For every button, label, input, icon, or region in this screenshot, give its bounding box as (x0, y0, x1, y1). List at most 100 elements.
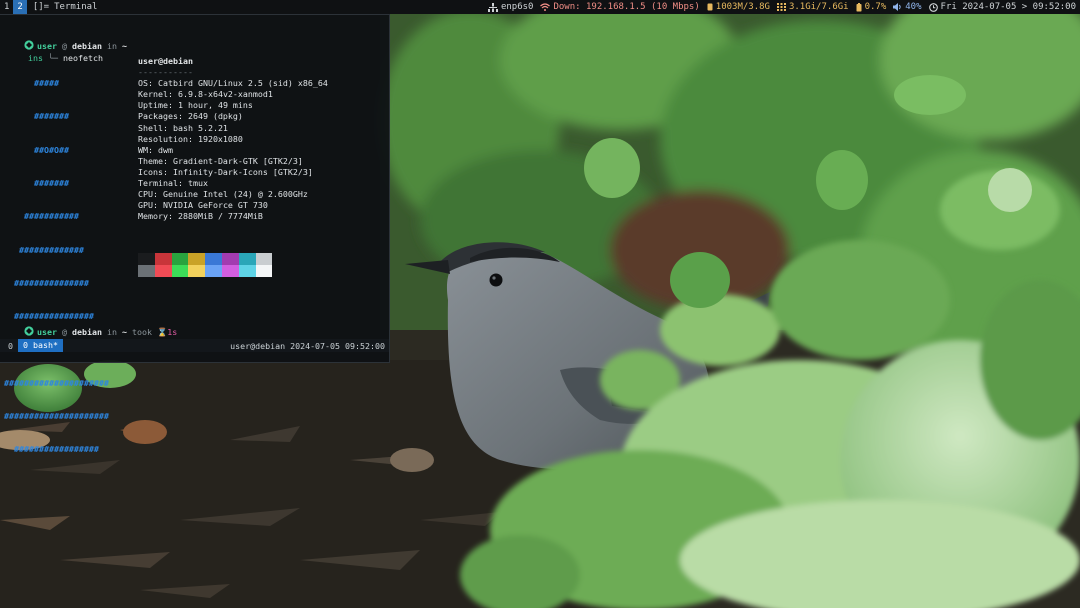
wifi-icon (540, 3, 551, 11)
system-status: enp6s0 Down: 192.168.1.5 (10 Mbps) 1003M… (481, 0, 1080, 14)
info-key: Memory (138, 211, 168, 222)
info-key: Theme (138, 155, 163, 166)
prompt-host: debian (71, 327, 102, 337)
battery-icon (856, 2, 862, 11)
info-separator: ----------- (138, 67, 193, 78)
info-row: Terminal: tmux (138, 178, 208, 189)
info-key: Resolution (138, 133, 188, 144)
color-swatch (154, 253, 172, 265)
ascii-line: ##################### (4, 411, 109, 421)
info-key: WM (138, 144, 148, 155)
info-row: Uptime: 1 hour, 49 mins (138, 100, 253, 111)
workspace-tag-1[interactable]: 1 (0, 0, 13, 14)
color-swatch (221, 265, 239, 277)
ascii-line: ##################### (4, 377, 109, 388)
info-row: Packages: 2649 (dpkg) (138, 111, 243, 122)
info-value: 2880MiB / 7774MiB (177, 211, 263, 222)
tmux-status-bar: 0 0 bash* user@debian 2024-07-05 09:52:0… (0, 339, 389, 352)
memory-status: 1003M/3.8G (707, 2, 770, 12)
ascii-line: ############### (4, 277, 89, 288)
info-key: Packages (138, 111, 178, 122)
color-swatch (255, 265, 273, 277)
prompt-dir: ~ (121, 327, 127, 337)
status-bar: 1 2 []= Terminal enp6s0 Down: 192.168.1.… (0, 0, 1080, 14)
info-key: Icons (138, 166, 163, 177)
workspace-tag-2[interactable]: 2 (13, 0, 27, 14)
clock-icon (928, 2, 938, 12)
info-key: Kernel (138, 89, 168, 100)
color-swatch (138, 253, 155, 265)
info-header: user@debian (138, 56, 193, 66)
clock: Fri 2024-07-05 > 09:52:00 (928, 2, 1076, 12)
color-swatch (205, 265, 222, 277)
memory-text: 1003M/3.8G (715, 2, 770, 12)
battery-status: 0.7% (856, 2, 887, 12)
color-swatch (138, 265, 155, 277)
ascii-line: ########### (4, 211, 79, 222)
info-key: OS (138, 78, 148, 89)
color-swatch (171, 265, 189, 277)
color-swatch (221, 253, 239, 265)
info-value: 6.9.8-x64v2-xanmod1 (177, 89, 273, 100)
interface-name: enp6s0 (500, 2, 534, 12)
info-row: OS: Catbird GNU/Linux 2.5 (sid) x86_64 (138, 78, 328, 89)
battery-text: 0.7% (864, 2, 887, 12)
datetime-text: Fri 2024-07-05 > 09:52:00 (940, 2, 1076, 12)
prompt-in: in (106, 41, 117, 51)
info-key: GPU (138, 200, 153, 211)
info-row: WM: dwm (138, 144, 173, 155)
cpu-icon (776, 3, 786, 11)
info-value: Infinity-Dark-Icons [GTK2/3] (172, 166, 313, 177)
color-swatch (154, 265, 172, 277)
info-row: Memory: 2880MiB / 7774MiB (138, 211, 263, 222)
ascii-line: ##### (4, 78, 59, 89)
volume-text: 40% (905, 2, 922, 12)
info-value: bash 5.2.21 (172, 122, 228, 133)
color-swatch (188, 265, 206, 277)
network-interface: enp6s0 (487, 2, 534, 12)
info-row: Icons: Infinity-Dark-Icons [GTK2/3] (138, 166, 313, 177)
prompt-dir: ~ (121, 41, 127, 51)
info-value: 1920x1080 (197, 133, 243, 144)
info-row: CPU: Genuine Intel (24) @ 2.600GHz (138, 189, 308, 200)
neofetch-ascii-logo: ##### ####### ##O#O## ####### ##########… (4, 56, 109, 478)
tmux-status-right: user@debian 2024-07-05 09:52:00 (230, 340, 385, 351)
color-swatch (238, 265, 256, 277)
ascii-line: ##O#O## (4, 144, 69, 155)
volume-status[interactable]: 40% (893, 2, 922, 12)
memory-icon (707, 3, 713, 11)
info-value: 2649 (dpkg) (187, 111, 243, 122)
color-swatch (238, 253, 256, 265)
info-value: Gradient-Dark-GTK [GTK2/3] (172, 155, 303, 166)
info-row: GPU: NVIDIA GeForce GT 730 (138, 200, 268, 211)
download-status: Down: 192.168.1.5 (10 Mbps) (540, 2, 700, 12)
cpu-status: 3.1Gi/7.6Gi (776, 2, 849, 12)
info-key: Terminal (138, 178, 178, 189)
info-value: NVIDIA GeForce GT 730 (163, 200, 268, 211)
info-value: Genuine Intel (24) @ 2.600GHz (163, 189, 308, 200)
ascii-line: ############# (4, 244, 84, 255)
color-swatch (171, 253, 189, 265)
cpu-text: 3.1Gi/7.6Gi (788, 2, 849, 12)
info-key: Shell (138, 122, 163, 133)
info-row: Kernel: 6.9.8-x64v2-xanmod1 (138, 89, 273, 100)
volume-icon (893, 3, 901, 11)
tmux-session: 0 (8, 340, 13, 351)
info-value: tmux (187, 178, 208, 189)
info-key: Uptime (138, 100, 168, 111)
network-icon (487, 2, 498, 12)
download-text: Down: 192.168.1.5 (10 Mbps) (553, 2, 700, 12)
window-title: Terminal (54, 2, 98, 12)
info-row: Shell: bash 5.2.21 (138, 122, 228, 133)
ascii-line: ################# (4, 444, 99, 455)
layout-indicator[interactable]: []= (27, 2, 52, 12)
prompt-took: took (131, 327, 152, 337)
terminal-window[interactable]: user @ debian in ~ ins ╰─ neofetch #####… (0, 15, 389, 454)
color-swatch (188, 253, 206, 265)
tmux-window-tab[interactable]: 0 bash* (18, 339, 63, 352)
info-value: 1 hour, 49 mins (177, 100, 253, 111)
neofetch-info: user@debian ----------- OS: Catbird GNU/… (138, 56, 328, 222)
info-value: Catbird GNU/Linux 2.5 (sid) x86_64 (158, 78, 328, 89)
info-value: dwm (158, 144, 173, 155)
ascii-line: ####### (4, 111, 69, 122)
